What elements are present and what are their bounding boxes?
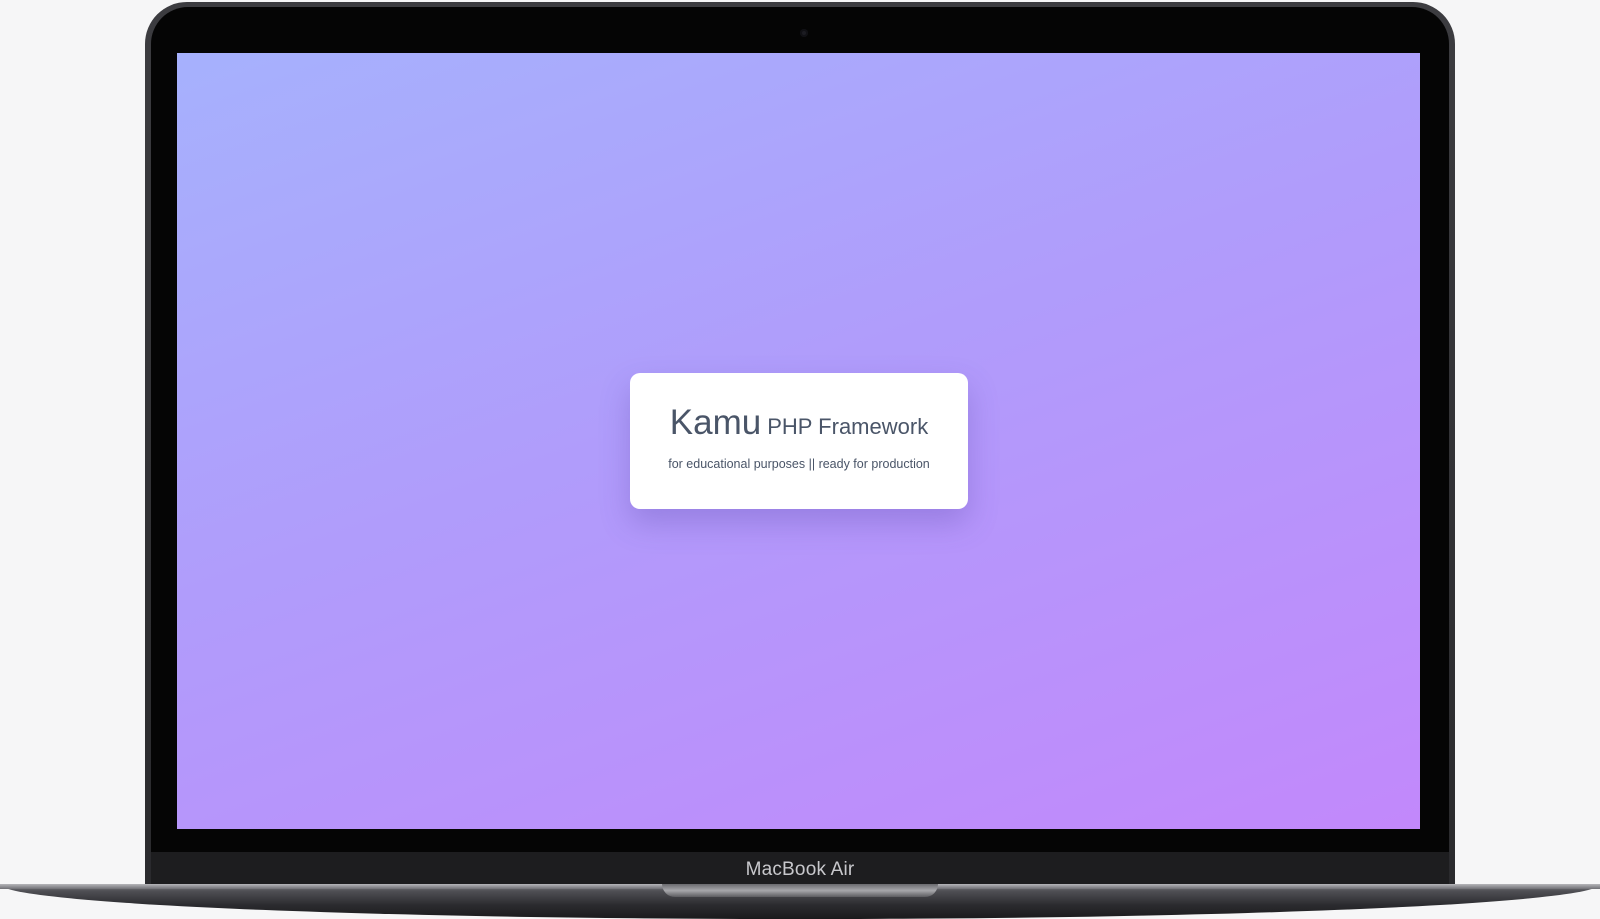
device-mockup: Kamu PHP Framework for educational purpos… [0,0,1600,919]
tagline: for educational purposes || ready for pr… [668,457,930,471]
page-title: Kamu PHP Framework [630,403,968,443]
camera-icon [800,29,808,37]
device-model-label: MacBook Air [745,859,855,880]
hero-card: Kamu PHP Framework for educational purpos… [630,373,968,509]
browser-viewport[interactable]: Kamu PHP Framework for educational purpos… [177,53,1420,829]
product-name: PHP Framework [767,414,929,439]
brand-name: Kamu [669,403,762,442]
lid-opening-notch [662,884,938,897]
laptop-chin: MacBook Air [151,852,1449,887]
